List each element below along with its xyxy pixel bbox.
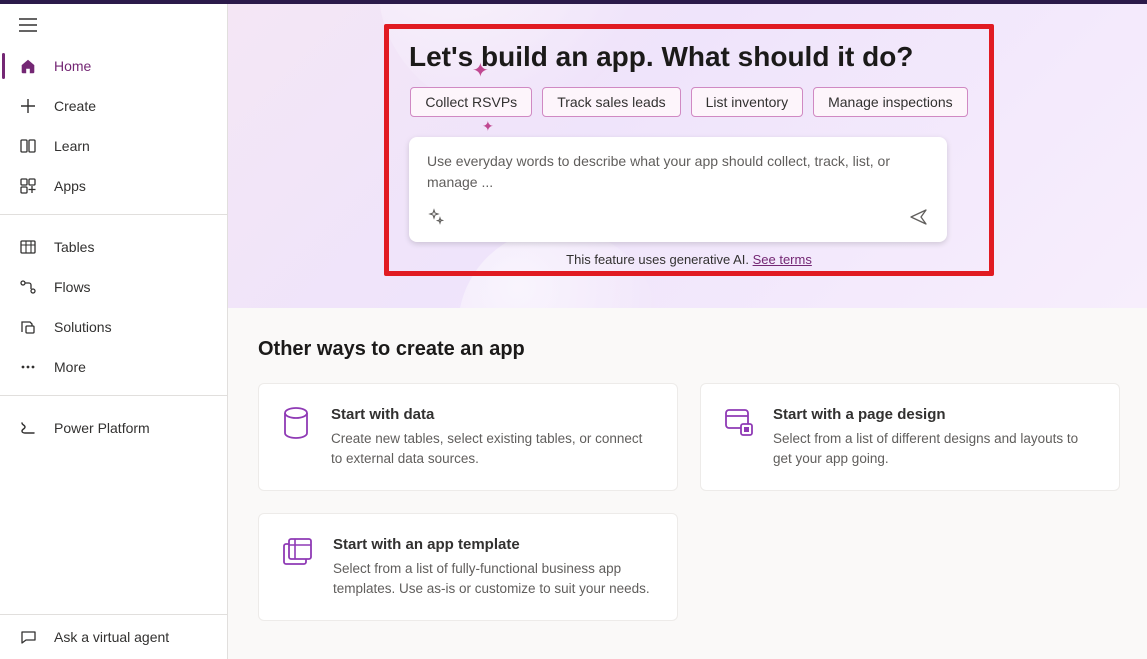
ai-disclaimer: This feature uses generative AI. See ter…: [409, 252, 969, 267]
sidebar-item-apps[interactable]: Apps: [0, 166, 227, 206]
prompt-box: Use everyday words to describe what your…: [409, 137, 947, 242]
sidebar-item-label: Learn: [54, 138, 90, 154]
card-start-with-data[interactable]: Start with data Create new tables, selec…: [258, 383, 678, 491]
sidebar-item-label: Power Platform: [54, 420, 150, 436]
sidebar-item-power-platform[interactable]: Power Platform: [0, 408, 227, 448]
sidebar-item-learn[interactable]: Learn: [0, 126, 227, 166]
chip-track-sales-leads[interactable]: Track sales leads: [542, 87, 680, 117]
solutions-icon: [18, 317, 38, 337]
more-icon: [18, 357, 38, 377]
sidebar-item-label: More: [54, 359, 86, 375]
build-app-panel: Let's build an app. What should it do? C…: [384, 24, 994, 276]
suggestion-chips: Collect RSVPs Track sales leads List inv…: [409, 87, 969, 117]
sparkle-ai-icon[interactable]: [427, 208, 445, 231]
card-desc: Select from a list of fully-functional b…: [333, 559, 655, 598]
sidebar-item-flows[interactable]: Flows: [0, 267, 227, 307]
page-design-icon: [723, 406, 755, 468]
other-ways-title: Other ways to create an app: [258, 338, 1117, 361]
apps-icon: [18, 176, 38, 196]
template-icon: [281, 536, 315, 598]
sidebar-item-label: Home: [54, 58, 91, 74]
sidebar-item-label: Flows: [54, 279, 91, 295]
sidebar-item-tables[interactable]: Tables: [0, 227, 227, 267]
other-ways-section: Other ways to create an app Start with d…: [228, 308, 1147, 651]
book-icon: [18, 136, 38, 156]
sidebar-item-label: Tables: [54, 239, 94, 255]
see-terms-link[interactable]: See terms: [753, 252, 812, 267]
sidebar-item-more[interactable]: More: [0, 347, 227, 387]
ask-virtual-agent[interactable]: Ask a virtual agent: [0, 615, 227, 659]
chip-manage-inspections[interactable]: Manage inspections: [813, 87, 968, 117]
sidebar-item-solutions[interactable]: Solutions: [0, 307, 227, 347]
card-title: Start with an app template: [333, 536, 655, 553]
sidebar-item-label: Apps: [54, 178, 86, 194]
home-icon: [18, 56, 38, 76]
hamburger-menu[interactable]: [0, 4, 227, 42]
chip-list-inventory[interactable]: List inventory: [691, 87, 803, 117]
card-desc: Select from a list of different designs …: [773, 429, 1097, 468]
card-start-with-template[interactable]: Start with an app template Select from a…: [258, 513, 678, 621]
send-button[interactable]: [909, 207, 929, 232]
sidebar-item-home[interactable]: Home: [0, 46, 227, 86]
chat-icon: [18, 627, 38, 647]
chip-collect-rsvps[interactable]: Collect RSVPs: [410, 87, 532, 117]
flows-icon: [18, 277, 38, 297]
card-title: Start with data: [331, 406, 655, 423]
sidebar-item-create[interactable]: Create: [0, 86, 227, 126]
hamburger-icon: [19, 18, 37, 32]
plus-icon: [18, 96, 38, 116]
sidebar-footer-label: Ask a virtual agent: [54, 629, 169, 645]
sidebar-item-label: Create: [54, 98, 96, 114]
card-desc: Create new tables, select existing table…: [331, 429, 655, 468]
card-title: Start with a page design: [773, 406, 1097, 423]
hero-section: ✦ ✦ ✦ Let's build an app. What should it…: [228, 4, 1147, 308]
power-platform-icon: [18, 418, 38, 438]
prompt-input[interactable]: Use everyday words to describe what your…: [427, 151, 929, 193]
content: ✦ ✦ ✦ Let's build an app. What should it…: [228, 4, 1147, 659]
sidebar-item-label: Solutions: [54, 319, 112, 335]
database-icon: [281, 406, 313, 468]
card-start-with-page-design[interactable]: Start with a page design Select from a l…: [700, 383, 1120, 491]
tables-icon: [18, 237, 38, 257]
hero-title: Let's build an app. What should it do?: [409, 41, 969, 73]
sidebar: Home Create Learn Apps: [0, 4, 228, 659]
